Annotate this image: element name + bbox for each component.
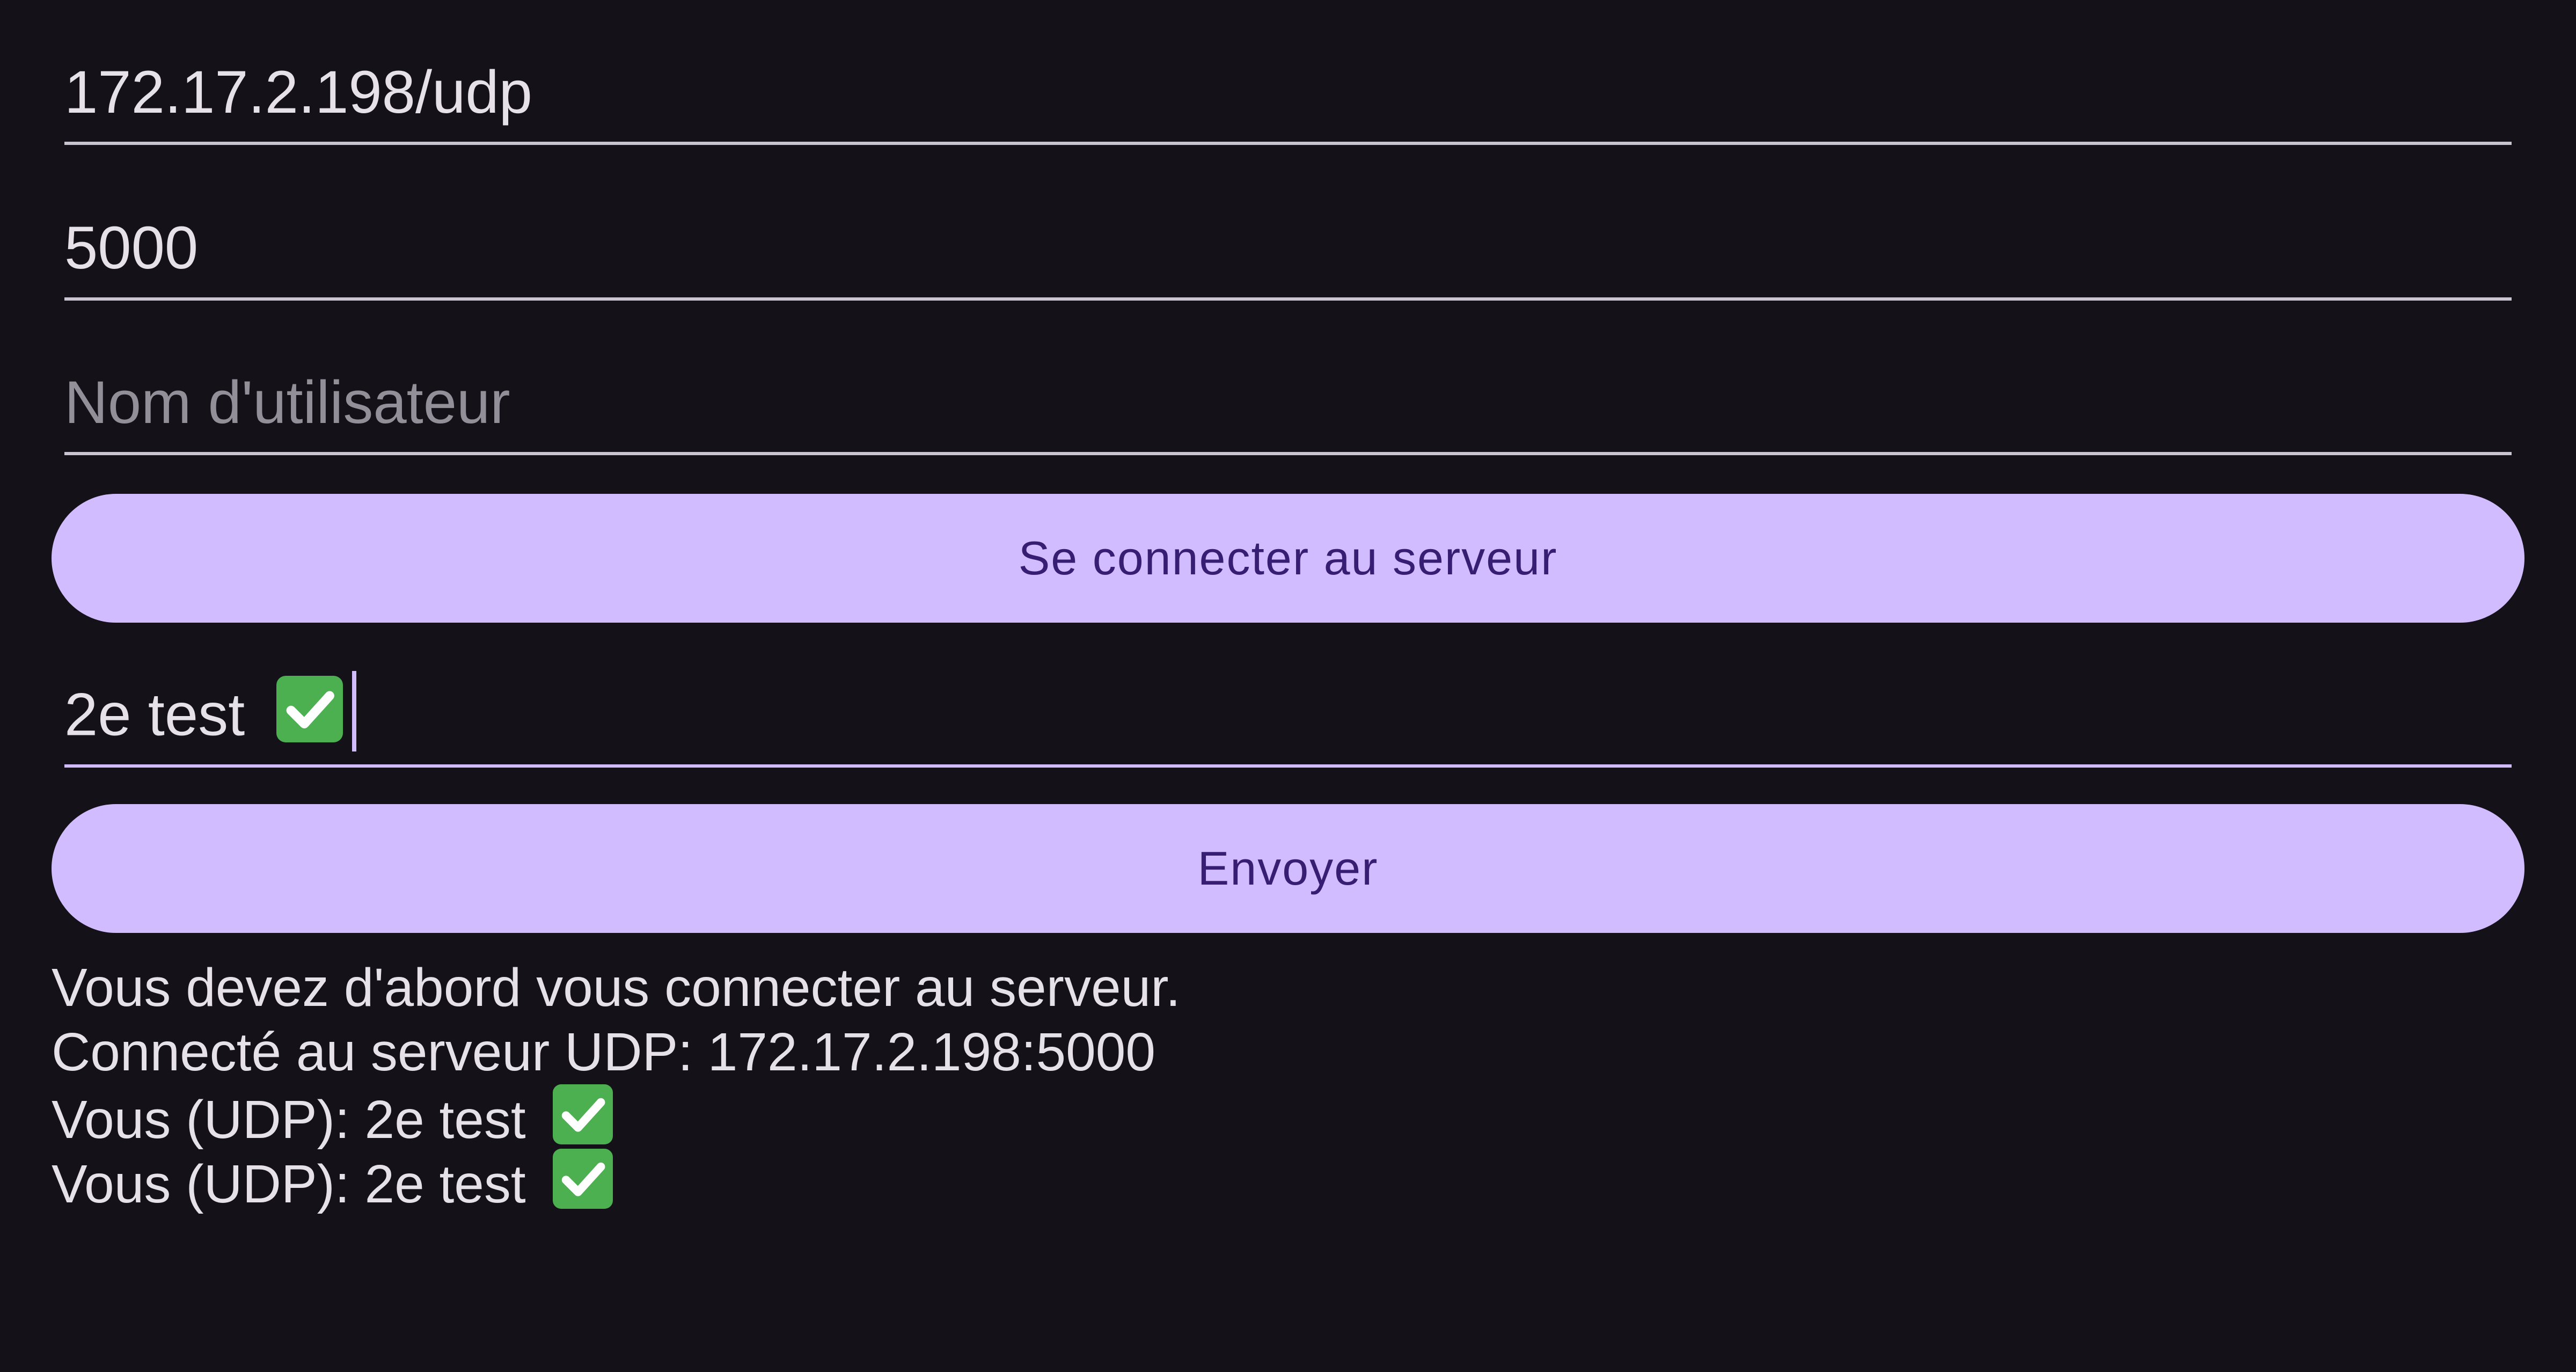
log-line: Vous (UDP): 2e test [52,1149,2520,1214]
log-line-text: Vous (UDP): 2e test [52,1154,526,1214]
server-port-field[interactable]: 5000 [64,177,2512,301]
message-text: 2e test [64,681,245,748]
log-line: Vous devez d'abord vous connecter au ser… [52,955,2520,1020]
check-mark-emoji-icon [552,1149,613,1209]
log-line: Vous (UDP): 2e test [52,1084,2520,1150]
log-line: Connecté au serveur UDP: 172.17.2.198:50… [52,1020,2520,1084]
log-line-text: Connecté au serveur UDP: 172.17.2.198:50… [52,1022,1155,1082]
connect-button[interactable]: Se connecter au serveur [52,494,2524,623]
connect-button-label: Se connecter au serveur [1018,531,1558,585]
message-field[interactable]: 2e test [64,644,2512,768]
server-address-value: 172.17.2.198/udp [64,59,532,126]
server-port-value: 5000 [64,214,199,281]
username-placeholder: Nom d'utilisateur [64,369,510,436]
send-button-label: Envoyer [1197,842,1379,895]
username-field[interactable]: Nom d'utilisateur [64,332,2512,455]
log-line-text: Vous devez d'abord vous connecter au ser… [52,958,1181,1018]
log-line-text: Vous (UDP): 2e test [52,1090,526,1150]
check-mark-emoji-icon [552,1084,613,1144]
text-cursor [352,671,356,751]
message-log: Vous devez d'abord vous connecter au ser… [52,955,2520,1214]
check-mark-emoji-icon [276,676,343,743]
message-value: 2e test [64,676,343,745]
server-address-field[interactable]: 172.17.2.198/udp [64,21,2512,145]
send-button[interactable]: Envoyer [52,804,2524,933]
